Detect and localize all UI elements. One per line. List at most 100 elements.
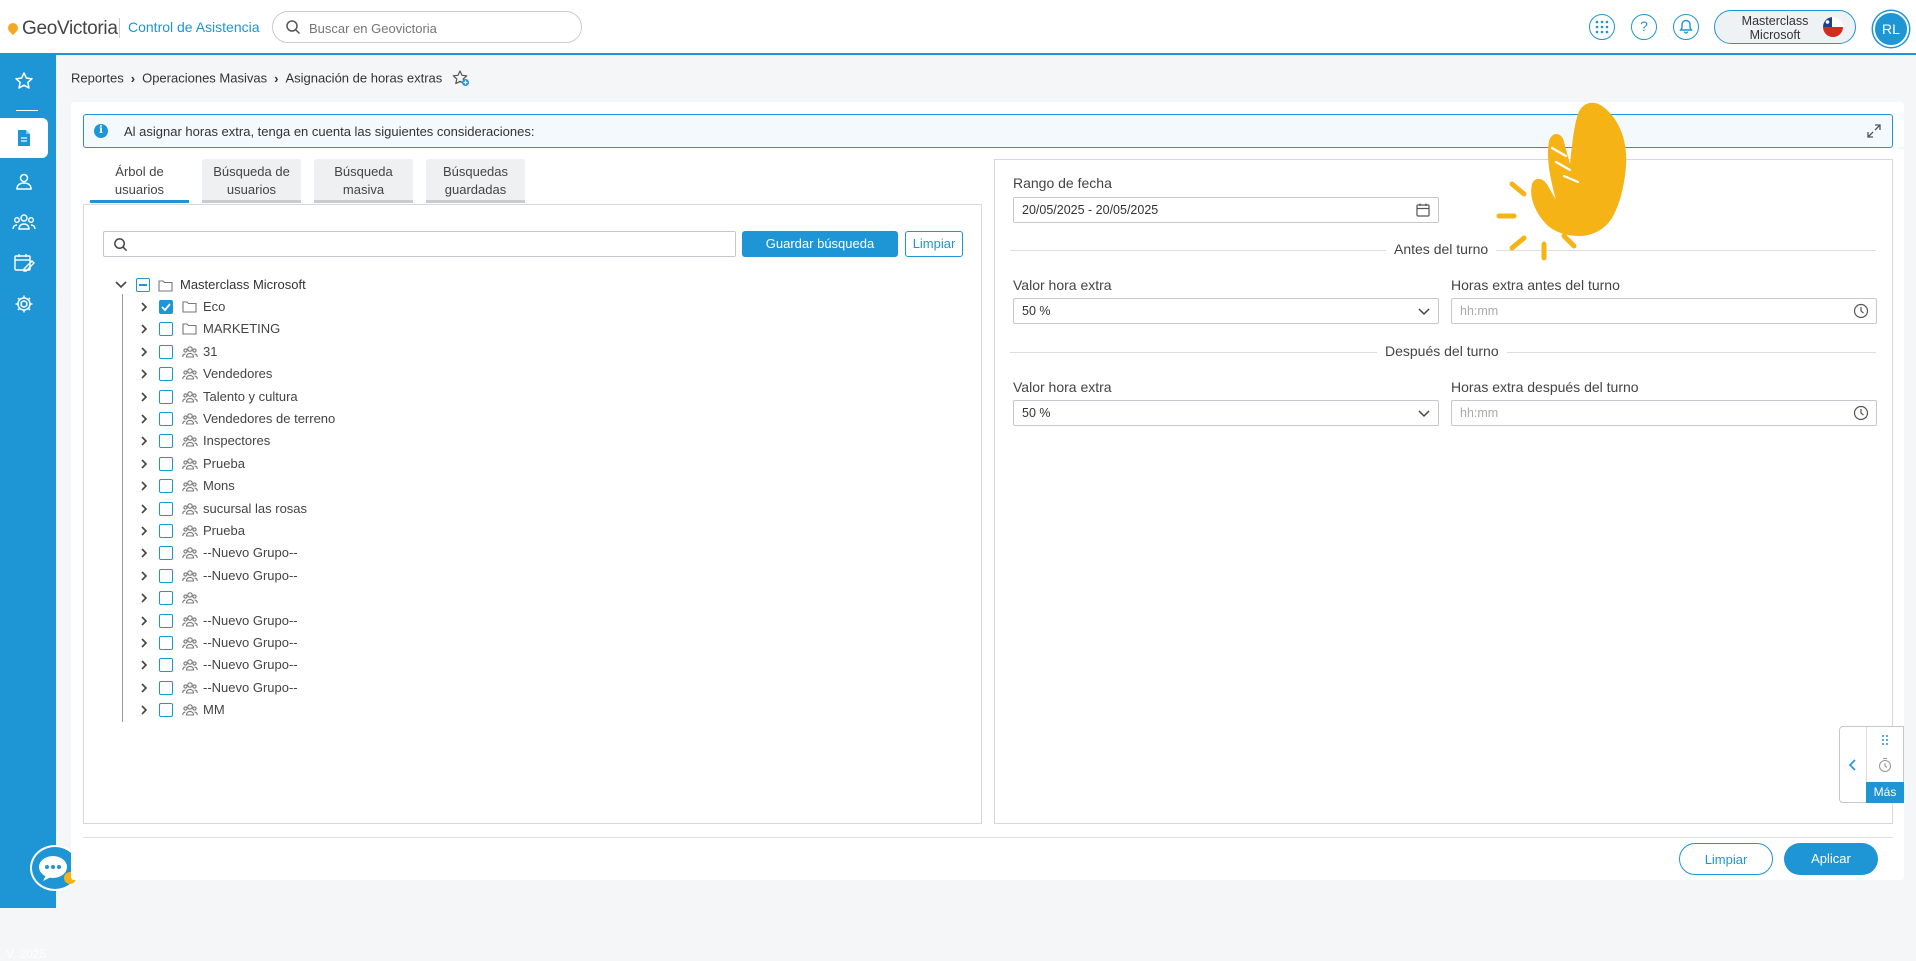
user-avatar[interactable]: RL	[1873, 11, 1909, 47]
tree-item-checkbox[interactable]	[159, 412, 173, 426]
group-icon	[182, 703, 198, 720]
tree-item-checkbox[interactable]	[159, 479, 173, 494]
tree-item-checkbox[interactable]	[159, 434, 173, 449]
help-icon[interactable]: ?	[1631, 14, 1657, 40]
breadcrumb-reportes[interactable]: Reportes	[71, 71, 124, 86]
chevron-right-icon[interactable]	[138, 323, 150, 335]
chevron-right-icon[interactable]	[138, 547, 150, 559]
chevron-right-icon: ›	[274, 70, 279, 86]
company-selector[interactable]: Masterclass Microsoft	[1714, 10, 1856, 44]
calendar-icon[interactable]	[1415, 202, 1431, 218]
tree-search-input[interactable]	[103, 231, 736, 257]
after-rate-select[interactable]: 50 %	[1013, 400, 1439, 426]
tree-item-checkbox[interactable]	[159, 322, 173, 337]
apply-button[interactable]: Aplicar	[1784, 843, 1878, 875]
chevron-right-icon[interactable]	[138, 570, 150, 582]
chevron-right-icon[interactable]	[138, 480, 150, 492]
date-range-field[interactable]: 20/05/2025 - 20/05/2025	[1013, 197, 1439, 223]
tree-item-label: --Nuevo Grupo--	[203, 635, 298, 650]
tree-item-checkbox[interactable]	[159, 501, 173, 516]
group-icon	[182, 412, 198, 429]
tree-item-checkbox[interactable]	[159, 680, 173, 695]
chevron-right-icon[interactable]	[138, 435, 150, 447]
chevron-right-icon[interactable]	[138, 346, 150, 358]
tab-mass-search[interactable]: Búsqueda masiva	[314, 159, 413, 203]
chevron-right-icon[interactable]	[138, 458, 150, 470]
tree-item-checkbox[interactable]	[159, 344, 173, 359]
chevron-right-icon[interactable]	[138, 301, 150, 313]
tree-item-checkbox[interactable]	[159, 568, 173, 583]
sidebar-item-users[interactable]	[0, 161, 48, 201]
geovictoria-logo[interactable]: GeoVictoria	[5, 18, 118, 40]
tree-item-checkbox[interactable]	[159, 524, 173, 538]
tree-item-checkbox[interactable]	[159, 456, 173, 471]
clock-icon[interactable]	[1853, 405, 1869, 421]
global-search-input[interactable]	[307, 17, 571, 39]
tree-item-checkbox[interactable]	[159, 613, 173, 628]
tree-item-checkbox[interactable]	[159, 367, 173, 382]
group-icon	[182, 502, 198, 519]
drag-handle-icon[interactable]	[1881, 734, 1889, 746]
bell-icon[interactable]	[1673, 14, 1699, 40]
chevron-right-icon[interactable]	[138, 704, 150, 716]
tree-item-checkbox[interactable]	[159, 300, 173, 314]
sidebar-item-schedule[interactable]	[0, 243, 48, 283]
tree-item-checkbox[interactable]	[159, 546, 173, 561]
save-search-button[interactable]: Guardar búsqueda	[742, 231, 898, 257]
before-rate-value: 50 %	[1022, 304, 1051, 318]
clear-button[interactable]: Limpiar	[1679, 843, 1773, 875]
chevron-right-icon[interactable]	[138, 413, 150, 425]
module-name[interactable]: Control de Asistencia	[128, 19, 260, 35]
before-rate-select[interactable]: 50 %	[1013, 298, 1439, 324]
sidebar-item-groups[interactable]	[0, 202, 48, 242]
sidebar-item-reports[interactable]	[0, 118, 48, 158]
tree-item-label: Inspectores	[203, 433, 271, 449]
apps-grid-icon[interactable]	[1589, 14, 1615, 40]
global-search[interactable]	[272, 11, 582, 43]
tree-item-label: Vendedores de terreno	[203, 411, 336, 426]
pin-icon	[5, 20, 21, 36]
chevron-right-icon[interactable]	[138, 391, 150, 403]
chevron-down-icon[interactable]	[114, 278, 128, 292]
add-favorite-star-icon[interactable]	[452, 69, 470, 87]
tree-item-checkbox[interactable]	[159, 591, 173, 606]
version-label: V. 2025	[6, 947, 47, 961]
date-range-label: Rango de fecha	[1013, 175, 1112, 191]
tab-user-tree[interactable]: Árbol de usuarios	[90, 159, 189, 203]
tab-label-line2: guardadas	[444, 182, 507, 197]
expand-icon[interactable]	[1866, 123, 1882, 139]
tree-item-label: Prueba	[203, 455, 245, 471]
sidebar-item-favorites[interactable]	[0, 61, 48, 101]
clock-icon[interactable]	[1853, 303, 1869, 319]
tree-item-label: --Nuevo Grupo--	[203, 567, 298, 583]
tree-item-checkbox[interactable]	[159, 658, 173, 673]
chevron-right-icon[interactable]	[138, 615, 150, 627]
date-range-value: 20/05/2025 - 20/05/2025	[1022, 203, 1159, 217]
before-hours-input[interactable]: hh:mm	[1451, 298, 1877, 324]
chevron-right-icon[interactable]	[138, 682, 150, 694]
tab-user-search[interactable]: Búsqueda de usuarios	[202, 159, 301, 203]
tree-item-label: --Nuevo Grupo--	[203, 657, 298, 673]
after-hours-input[interactable]: hh:mm	[1451, 400, 1877, 426]
chevron-right-icon[interactable]	[138, 368, 150, 380]
tab-saved-searches[interactable]: Búsquedas guardadas	[426, 159, 525, 203]
info-banner-text: Al asignar horas extra, tenga en cuenta …	[124, 124, 535, 139]
sidebar-item-settings[interactable]	[0, 284, 48, 324]
tree-item-checkbox[interactable]	[159, 703, 173, 718]
tree-item-checkbox[interactable]	[159, 389, 173, 404]
calendar-edit-icon	[14, 254, 35, 272]
chile-flag-icon	[1823, 17, 1843, 37]
chevron-left-icon[interactable]	[1840, 727, 1867, 802]
more-panel[interactable]: Más	[1839, 726, 1904, 803]
timer-icon[interactable]	[1877, 757, 1893, 773]
chevron-right-icon[interactable]	[138, 659, 150, 671]
tree-item-checkbox[interactable]	[159, 636, 173, 650]
chevron-right-icon[interactable]	[138, 592, 150, 604]
group-icon	[182, 457, 198, 474]
chevron-right-icon[interactable]	[138, 637, 150, 649]
tree-clear-button[interactable]: Limpiar	[905, 231, 963, 257]
chevron-right-icon[interactable]	[138, 503, 150, 515]
breadcrumb-operaciones-masivas[interactable]: Operaciones Masivas	[142, 71, 267, 86]
chevron-right-icon[interactable]	[138, 525, 150, 537]
root-checkbox[interactable]	[136, 278, 150, 292]
